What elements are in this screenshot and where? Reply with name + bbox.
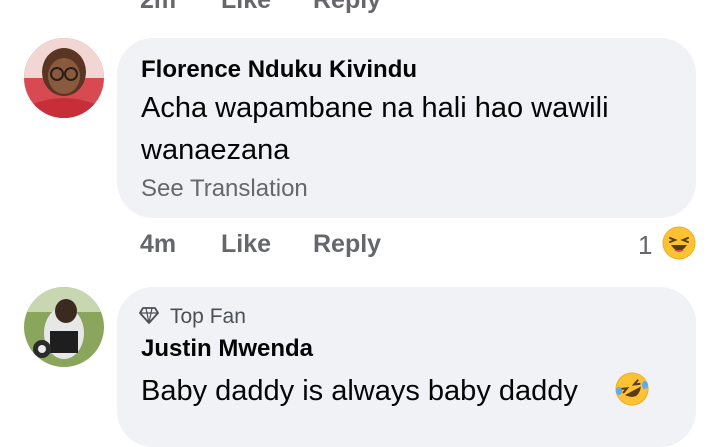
comment-author[interactable]: Justin Mwenda: [141, 335, 313, 363]
previous-comment-actions: 2m Like Reply: [0, 0, 720, 14]
comment-bubble-florence[interactable]: Florence Nduku Kivindu Acha wapambane na…: [117, 38, 696, 218]
top-fan-badge[interactable]: Top Fan: [170, 305, 246, 329]
rolling-on-floor-laughing-emoji-icon: [614, 371, 650, 407]
see-translation-link[interactable]: See Translation: [141, 175, 308, 203]
comment-author[interactable]: Florence Nduku Kivindu: [141, 56, 417, 84]
avatar-photo: [24, 287, 104, 367]
previous-comment-time: 2m: [140, 0, 177, 14]
avatar-photo: [24, 38, 104, 118]
comment-time: 4m: [140, 230, 177, 258]
reply-button[interactable]: Reply: [313, 230, 381, 259]
comment-text-line-1: Acha wapambane na hali hao wawili: [141, 92, 609, 124]
laughing-emoji-icon[interactable]: [662, 226, 696, 260]
diamond-icon: [139, 305, 159, 325]
comment-text: Baby daddy is always baby daddy: [141, 375, 578, 407]
avatar-justin[interactable]: [24, 287, 104, 367]
avatar-florence[interactable]: [24, 38, 104, 118]
reaction-count[interactable]: 1: [638, 230, 652, 261]
comment-bubble-justin[interactable]: Top Fan Justin Mwenda Baby daddy is alwa…: [117, 287, 696, 447]
previous-reply-button[interactable]: Reply: [313, 0, 381, 15]
comment-text-line-2: wanaezana: [141, 134, 290, 166]
like-button[interactable]: Like: [221, 230, 271, 259]
previous-like-button[interactable]: Like: [221, 0, 271, 15]
comment-actions-florence: 4m Like Reply 1: [0, 226, 720, 262]
